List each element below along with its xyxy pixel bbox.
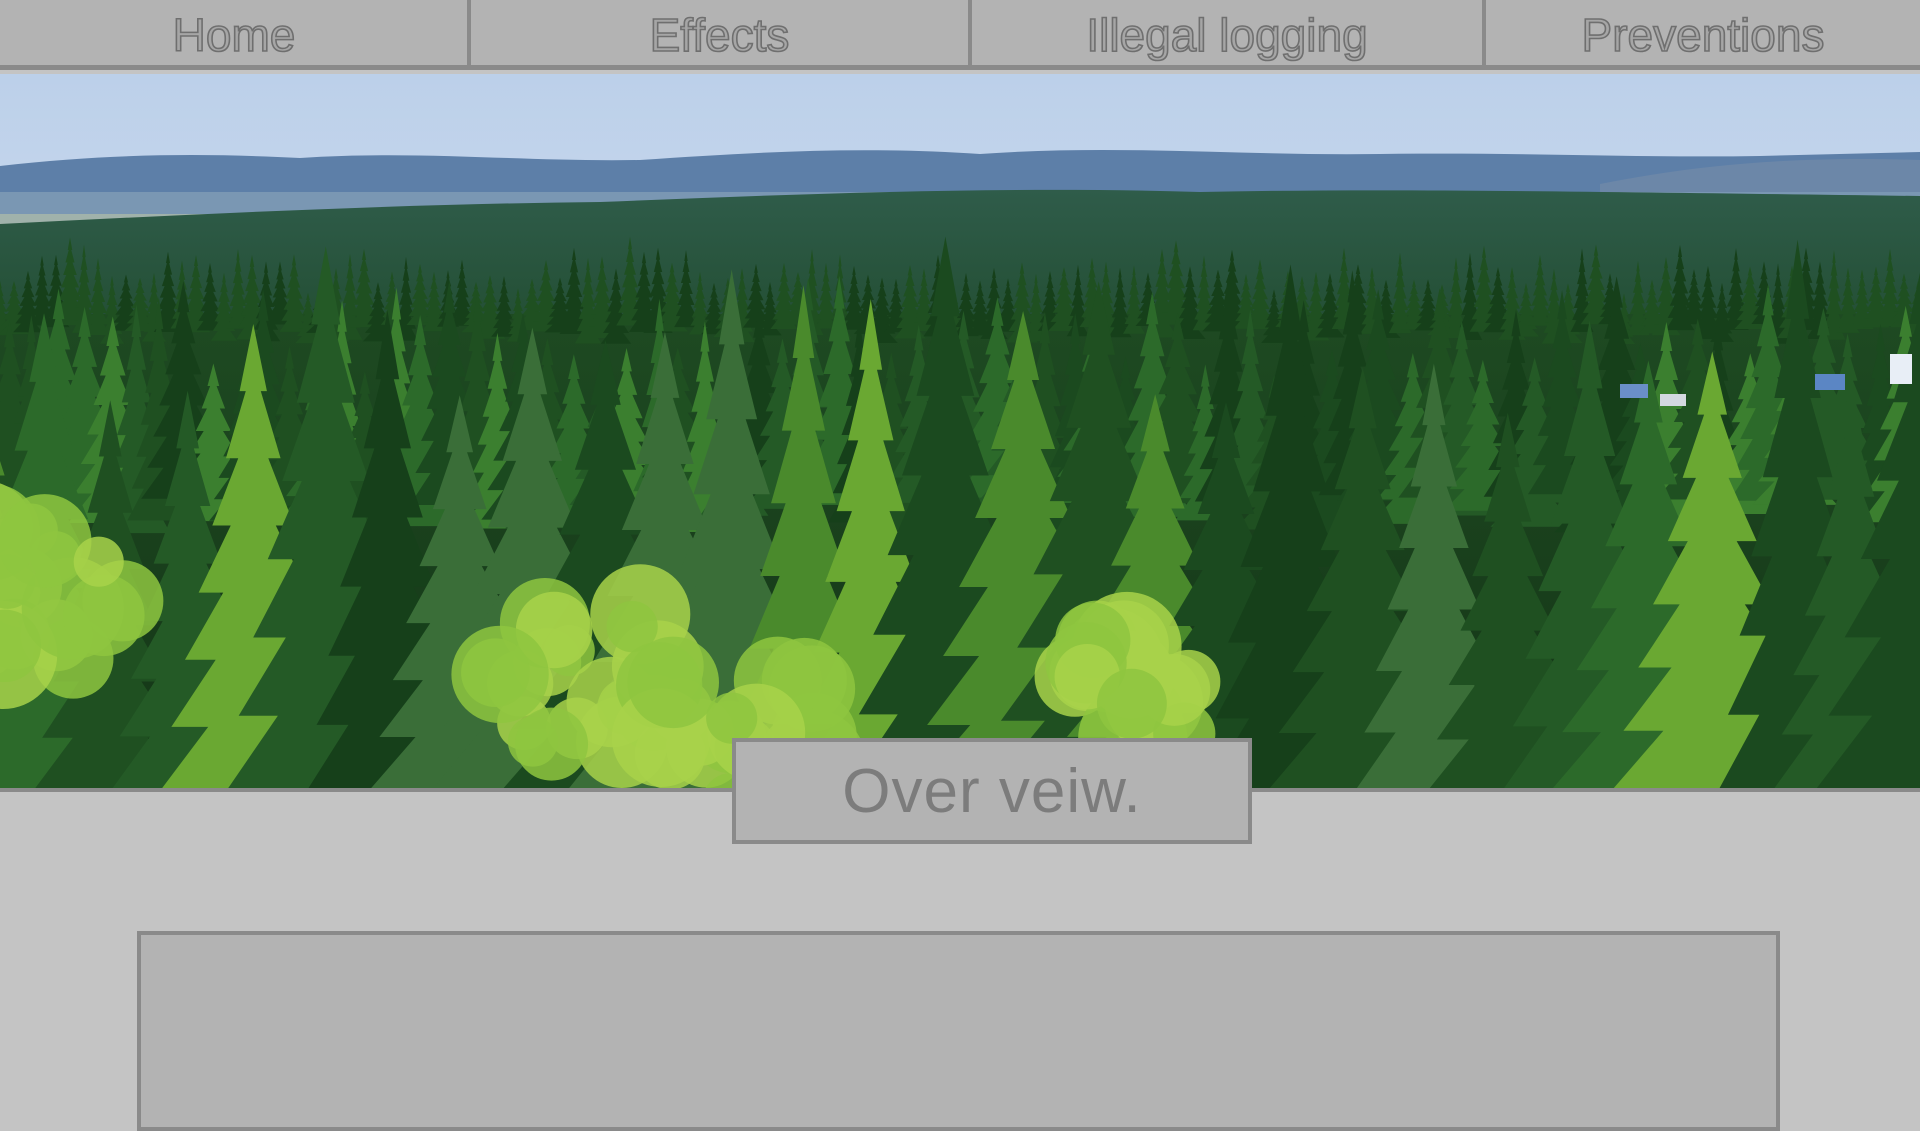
tree-foliage [1096, 668, 1167, 739]
tree-foliage [627, 636, 719, 729]
tree-foliage [73, 536, 124, 587]
tree-foliage [62, 574, 145, 657]
nav-home[interactable]: Home [0, 0, 468, 70]
hero-forest-image [0, 74, 1920, 792]
overview-heading: Over veiw. [732, 738, 1252, 844]
content-panel [137, 931, 1780, 1131]
nav-illegal-logging[interactable]: Illegal logging [972, 0, 1482, 70]
nav-preventions[interactable]: Preventions [1486, 0, 1920, 70]
top-nav: Home Effects Illegal logging Preventions [0, 0, 1920, 70]
forest-illustration [0, 74, 1920, 788]
tree-foliage [515, 707, 589, 781]
tree-foliage [706, 692, 758, 744]
nav-effects[interactable]: Effects [471, 0, 968, 70]
tree-foliage [461, 638, 530, 708]
